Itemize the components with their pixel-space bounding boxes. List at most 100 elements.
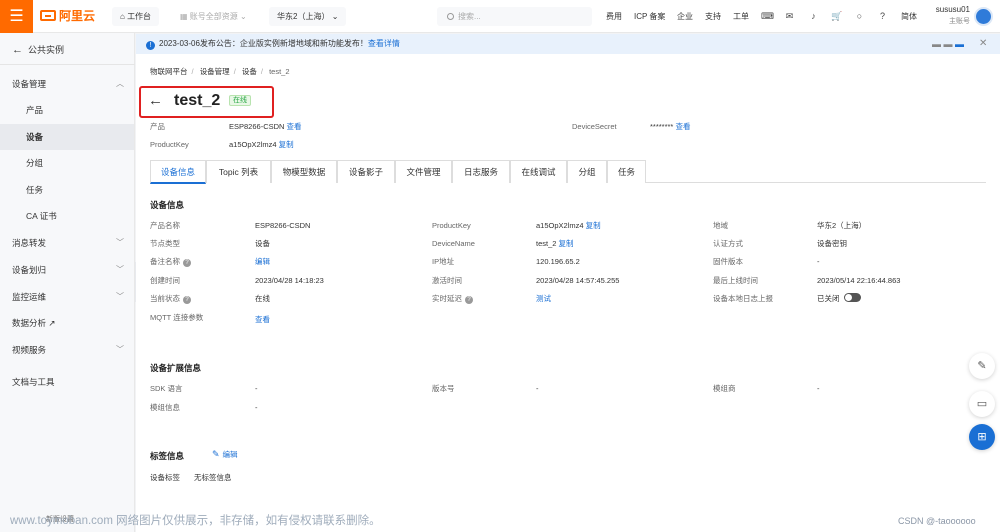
account-resources-button[interactable]: ▦ 账号全部资源 ⌄ (172, 7, 255, 26)
tab-topic-list[interactable]: Topic 列表 (206, 160, 271, 183)
home-icon: ⌂ (120, 12, 128, 21)
breadcrumb-device-management[interactable]: 设备管理 (200, 67, 230, 76)
nav-icp[interactable]: ICP 备案 (634, 0, 665, 33)
sidebar-item-ca-cert[interactable]: CA 证书 (0, 203, 134, 229)
breadcrumb-device[interactable]: 设备 (242, 67, 257, 76)
workbench-button[interactable]: ⌂ 工作台 (112, 7, 160, 26)
search-input[interactable]: 搜索... (437, 7, 592, 26)
sidebar-item-monitoring[interactable]: 监控运维 ﹀ (0, 284, 134, 310)
devicesecret-label: DeviceSecret (572, 122, 617, 131)
sidebar-item-data-analysis[interactable]: 数据分析 ↗ (0, 310, 134, 336)
info-label: ProductKey (432, 221, 471, 230)
language-switch[interactable]: 简体 (901, 0, 917, 33)
avatar[interactable] (974, 7, 993, 26)
tab-online-debug[interactable]: 在线调试 (510, 160, 567, 183)
sidebar-item-device[interactable]: 设备 (0, 124, 134, 150)
back-arrow-icon[interactable]: ← (148, 90, 163, 112)
info-label: 实时延迟? (432, 293, 473, 305)
terminal-icon[interactable]: ⌨ (761, 11, 774, 22)
sidebar-item-product[interactable]: 产品 (0, 97, 134, 123)
sidebar-item-group[interactable]: 分组 (0, 150, 134, 176)
lightbulb-icon[interactable]: ○ (854, 11, 865, 22)
feedback-float-button[interactable]: ▭ (969, 391, 995, 417)
watermark-text: www.toymoban.com 网络图片仅供展示，非存储，如有侵权请联系删除。 (10, 515, 381, 527)
apps-float-button[interactable]: ⊞ (969, 424, 995, 450)
cart-icon[interactable]: 🛒 (831, 11, 842, 22)
bell-icon[interactable]: ♪ (808, 11, 819, 22)
info-label: 模组商 (713, 384, 736, 393)
tag-value: 无标签信息 (194, 473, 232, 482)
info-icon: ! (146, 41, 155, 50)
csdn-watermark: CSDN @-taoooooo (898, 516, 976, 526)
tab-thing-model-data[interactable]: 物模型数据 (271, 160, 337, 183)
mqtt-params-link[interactable]: 查看 (255, 314, 270, 326)
tab-device-info[interactable]: 设备信息 (150, 160, 206, 184)
tab-log-service[interactable]: 日志服务 (452, 160, 510, 183)
chevron-down-icon: ﹀ (116, 292, 124, 301)
carousel-indicator[interactable]: ▬ ▬ ▬ (932, 34, 964, 54)
user-menu[interactable]: sususu01 主账号 (933, 4, 970, 28)
pencil-icon: ✎ (212, 449, 220, 459)
info-value: - (255, 403, 258, 412)
info-value: - (817, 384, 820, 393)
edit-remark-link[interactable]: 编辑 (255, 256, 270, 268)
nav-enterprise[interactable]: 企业 (677, 0, 693, 33)
info-label: MQTT 连接参数 (150, 313, 204, 322)
tab-group[interactable]: 分组 (567, 160, 607, 183)
sidebar: ← 公共实例 设备管理 ︿ 产品 设备 分组 任务 CA 证书 消息转发 ﹀ 设备划归… (0, 33, 135, 532)
chevron-down-icon: ⌄ (240, 12, 247, 21)
logo-icon (40, 10, 56, 21)
tag-info-title: 标签信息 (150, 451, 185, 461)
divider (0, 64, 135, 65)
sidebar-item-video-service[interactable]: 视频服务 ﹀ (0, 337, 134, 363)
ext-info-title: 设备扩展信息 (150, 363, 202, 373)
back-to-instance[interactable]: ← 公共实例 (12, 43, 64, 56)
copy-productkey-link[interactable]: 复制 (586, 221, 601, 230)
help-icon[interactable]: ? (877, 11, 888, 22)
sidebar-item-task[interactable]: 任务 (0, 177, 134, 203)
info-label: 设备本地日志上报 (713, 294, 773, 303)
region-selector[interactable]: 华东2（上海） ⌄ (269, 7, 347, 26)
latency-test-link[interactable]: 测试 (536, 293, 551, 305)
chevron-down-icon: ⌄ (331, 12, 339, 21)
devicesecret-view-link[interactable]: 查看 (675, 122, 690, 131)
menu-icon[interactable]: ☰ (0, 0, 33, 33)
help-icon[interactable]: ? (183, 259, 191, 267)
main-content: 物联网平台 / 设备管理 / 设备 / test_2 ← test_2 在线 产品 E… (136, 54, 1000, 532)
sidebar-item-message-forwarding[interactable]: 消息转发 ﹀ (0, 230, 134, 256)
tab-file-management[interactable]: 文件管理 (395, 160, 452, 183)
info-value: 已关闭 (817, 293, 861, 305)
announcement-link[interactable]: 查看详情 (368, 39, 400, 48)
search-icon (447, 13, 454, 20)
log-report-toggle[interactable] (843, 293, 861, 302)
edit-icon: ✎ (977, 360, 987, 372)
message-icon[interactable]: ✉ (784, 11, 795, 22)
info-label: 固件版本 (713, 257, 743, 266)
product-view-link[interactable]: 查看 (287, 122, 302, 131)
edit-tags-button[interactable]: ✎ 编辑 (212, 448, 238, 461)
productkey-copy-link[interactable]: 复制 (279, 140, 294, 149)
breadcrumb-current: test_2 (269, 67, 290, 76)
breadcrumb-iot-platform[interactable]: 物联网平台 (150, 67, 188, 76)
info-value: 2023/04/28 14:18:23 (255, 276, 324, 285)
tab-task[interactable]: 任务 (607, 160, 646, 183)
info-label: IP地址 (432, 257, 455, 266)
nav-support[interactable]: 支持 (705, 0, 721, 33)
edit-float-button[interactable]: ✎ (969, 353, 995, 379)
help-icon[interactable]: ? (183, 296, 191, 304)
close-icon[interactable]: ✕ (979, 34, 987, 54)
info-value: - (817, 257, 820, 266)
sidebar-item-device-assignment[interactable]: 设备划归 ﹀ (0, 257, 134, 283)
aliyun-logo[interactable]: 阿里云 (40, 8, 95, 24)
info-value: 2023/04/28 14:57:45.255 (536, 276, 620, 285)
sidebar-item-device-management[interactable]: 设备管理 ︿ (0, 71, 134, 97)
sidebar-item-docs-tools[interactable]: 文档与工具 (0, 369, 134, 395)
chevron-down-icon: ﹀ (116, 238, 124, 247)
tab-device-shadow[interactable]: 设备影子 (337, 160, 395, 183)
nav-cost[interactable]: 费用 (606, 0, 622, 33)
devicesecret-value: ******** 查看 (650, 122, 691, 131)
help-icon[interactable]: ? (465, 296, 473, 304)
copy-devicename-link[interactable]: 复制 (559, 239, 574, 248)
nav-ticket[interactable]: 工单 (733, 0, 749, 33)
info-label: SDK 语言 (150, 384, 183, 393)
